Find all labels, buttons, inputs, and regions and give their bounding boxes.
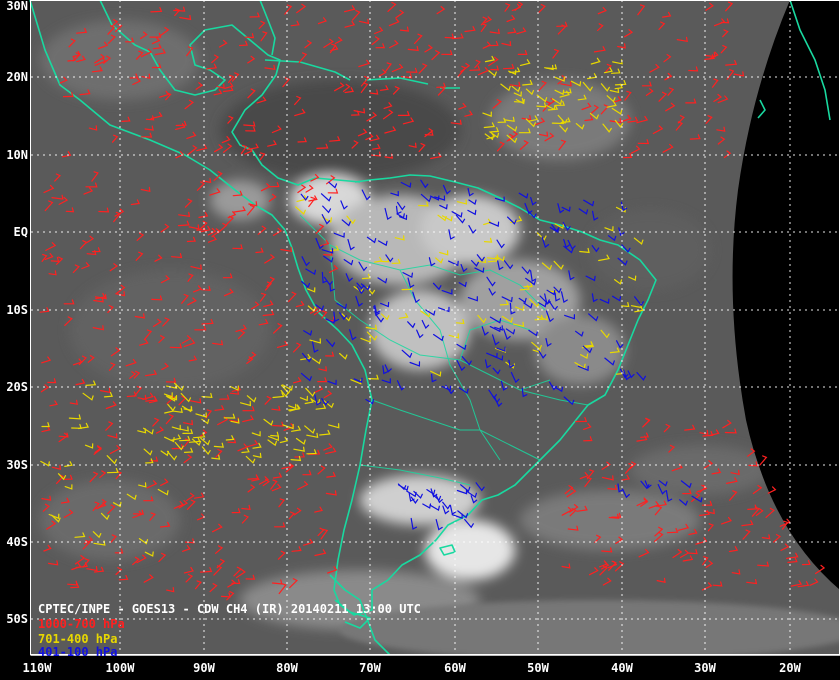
longitude-label: 40W (611, 661, 633, 675)
longitude-label: 100W (106, 661, 136, 675)
image-title: CPTEC/INPE - GOES13 - CDW CH4 (IR) 20140… (38, 602, 421, 616)
latitude-label: 40S (6, 535, 28, 549)
longitude-label: 110W (23, 661, 53, 675)
latitude-label: 10S (6, 303, 28, 317)
earth-disk (30, 0, 840, 655)
longitude-label: 30W (694, 661, 716, 675)
longitude-label: 20W (779, 661, 801, 675)
legend-entry-high-level: 401-100 hPa (38, 645, 118, 659)
latitude-label: 20N (6, 70, 28, 84)
legend-entry-low-level: 1000-700 hPa (38, 617, 125, 631)
longitude-label: 50W (527, 661, 549, 675)
satellite-image: 30N 20N 10N EQ 10S 20S 30S 40S 50S 110W 100W 90W 80… (0, 0, 840, 680)
longitude-label: 60W (444, 661, 466, 675)
latitude-label: 30S (6, 458, 28, 472)
longitude-label: 80W (276, 661, 298, 675)
latitude-label: 10N (6, 148, 28, 162)
latitude-label: 20S (6, 380, 28, 394)
legend-entry-mid-level: 701-400 hPa (38, 632, 118, 646)
latitude-label: 30N (6, 0, 28, 13)
latitude-label: EQ (14, 225, 28, 239)
latitude-label: 50S (6, 612, 28, 626)
longitude-label: 70W (359, 661, 381, 675)
satellite-map-viewer: 30N 20N 10N EQ 10S 20S 30S 40S 50S 110W 100W 90W 80… (0, 0, 840, 680)
longitude-label: 90W (193, 661, 215, 675)
